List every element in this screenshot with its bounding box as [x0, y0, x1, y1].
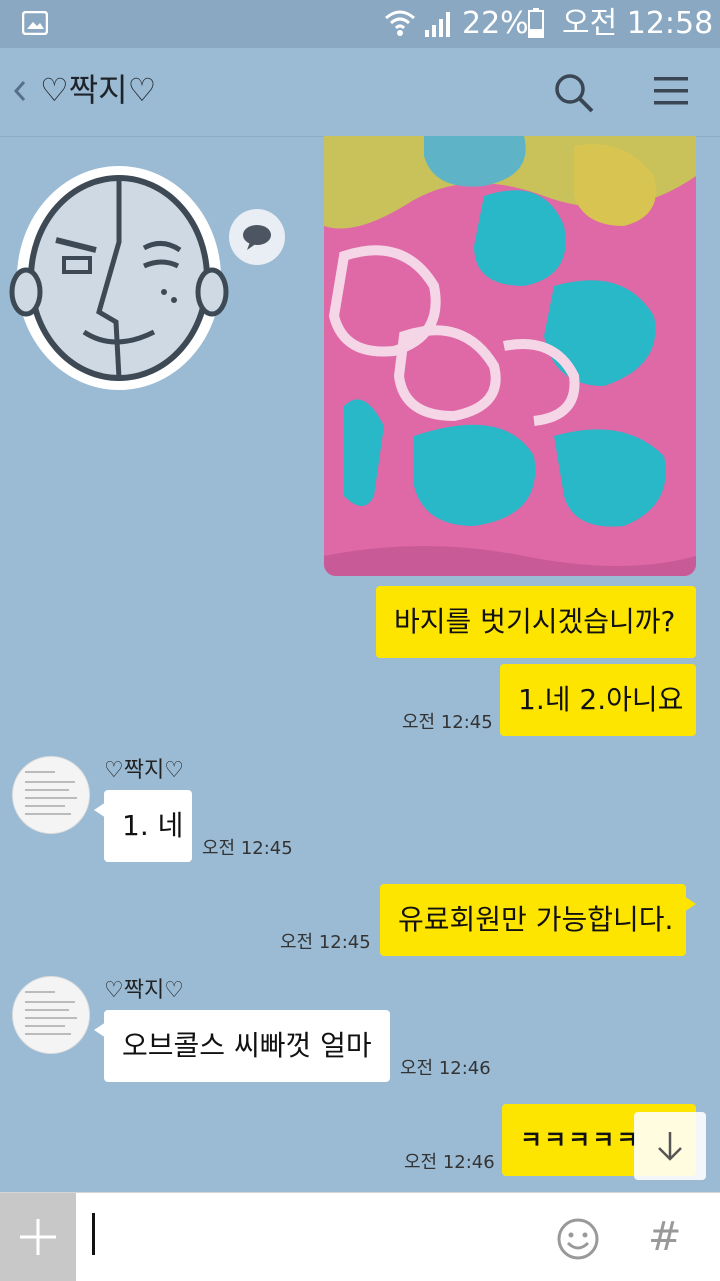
avatar[interactable] [12, 756, 90, 834]
speech-bubble-icon[interactable] [228, 208, 286, 266]
hash-icon[interactable]: # [648, 1215, 682, 1259]
my-message-bubble[interactable]: 1.네 2.아니요 [500, 664, 696, 736]
message-time: 오전 12:45 [402, 712, 493, 733]
status-time: 오전 12:58 [562, 6, 714, 41]
gallery-icon [22, 11, 48, 35]
wifi-icon [385, 10, 415, 36]
photo-message[interactable] [324, 136, 696, 576]
message-text: 바지를 벗기시겠습니까? [394, 605, 676, 638]
message-text: ㅋㅋㅋㅋㅋ [520, 1126, 641, 1154]
message-text: 오브콜스 씨빠껏 얼마 [122, 1029, 372, 1062]
plus-icon [20, 1219, 56, 1255]
status-bar: 22% 오전 12:58 [0, 0, 720, 48]
chat-header: ♡짝지♡ [0, 48, 720, 137]
menu-icon[interactable] [652, 74, 690, 108]
message-time: 오전 12:46 [404, 1152, 495, 1173]
back-icon[interactable] [10, 76, 30, 106]
attach-button[interactable] [0, 1193, 76, 1281]
avatar[interactable] [12, 976, 90, 1054]
message-text: 유료회원만 가능합니다. [398, 903, 674, 936]
blanket-photo [324, 136, 696, 576]
arrow-down-icon [658, 1132, 682, 1161]
sender-name: ♡짝지♡ [104, 978, 184, 1003]
message-text: 1. 네 [122, 809, 184, 842]
message-time: 오전 12:45 [280, 932, 371, 953]
message-input-bar: # [0, 1192, 720, 1281]
message-text: 1.네 2.아니요 [518, 683, 684, 716]
battery-percent: 22% [462, 6, 529, 41]
scroll-to-bottom-button[interactable] [634, 1112, 706, 1180]
other-message-bubble[interactable]: 1. 네 [94, 790, 192, 862]
message-time: 오전 12:45 [202, 838, 293, 859]
search-icon[interactable] [553, 72, 595, 114]
chat-title: ♡짝지♡ [40, 71, 157, 109]
sender-name: ♡짝지♡ [104, 758, 184, 783]
signal-icon [425, 12, 450, 37]
message-input[interactable] [88, 1207, 532, 1269]
text-caret [92, 1213, 95, 1255]
emoticon-sticker [9, 166, 229, 390]
message-time: 오전 12:46 [400, 1058, 491, 1079]
my-message-bubble[interactable]: 유료회원만 가능합니다. [380, 884, 696, 956]
battery-icon [528, 8, 544, 38]
other-message-bubble[interactable]: 오브콜스 씨빠껏 얼마 [94, 1010, 390, 1082]
emoji-icon[interactable] [556, 1217, 600, 1261]
my-message-bubble[interactable]: 바지를 벗기시겠습니까? [376, 586, 696, 658]
